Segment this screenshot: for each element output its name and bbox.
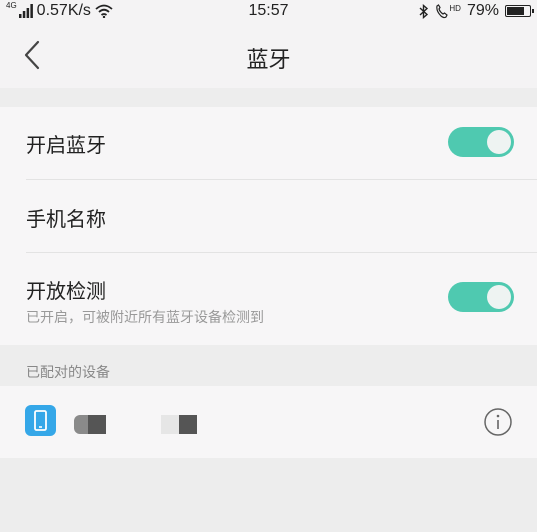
- bluetooth-toggle-row[interactable]: 开启蓝牙: [0, 107, 537, 179]
- switch-knob: [487, 285, 511, 309]
- paired-device-icon-box: [25, 405, 56, 436]
- bluetooth-icon: [419, 3, 429, 19]
- bluetooth-settings-card: 开启蓝牙 手机名称 开放检测 已开启，可被附近所有蓝牙设备检测到: [0, 107, 537, 345]
- title-bar: 蓝牙: [0, 24, 537, 88]
- device-info-button[interactable]: [483, 407, 513, 437]
- paired-devices-header: 已配对的设备: [26, 365, 110, 381]
- battery-fill: [507, 7, 524, 15]
- visibility-switch[interactable]: [448, 282, 514, 312]
- battery-icon: [505, 5, 534, 17]
- bluetooth-toggle-label: 开启蓝牙: [26, 133, 106, 157]
- paired-device-name-redacted[interactable]: [74, 415, 197, 434]
- status-right: HD 79%: [419, 2, 534, 20]
- hd-label: HD: [449, 3, 461, 13]
- info-icon: [484, 408, 512, 436]
- visibility-row[interactable]: 开放检测 已开启，可被附近所有蓝牙设备检测到: [0, 253, 537, 345]
- visibility-label: 开放检测: [26, 279, 106, 303]
- visibility-subtitle: 已开启，可被附近所有蓝牙设备检测到: [26, 310, 264, 326]
- switch-knob: [487, 130, 511, 154]
- hd-call-icon: HD: [435, 4, 461, 19]
- battery-percent: 79%: [466, 2, 499, 19]
- phone-name-row[interactable]: 手机名称: [0, 180, 537, 252]
- phone-name-label: 手机名称: [26, 207, 106, 231]
- phone-icon: [34, 410, 47, 431]
- page-title: 蓝牙: [246, 48, 291, 73]
- bluetooth-switch[interactable]: [448, 127, 514, 157]
- status-bar: 4G 0.57K/s 15:57 HD 79%: [0, 0, 537, 24]
